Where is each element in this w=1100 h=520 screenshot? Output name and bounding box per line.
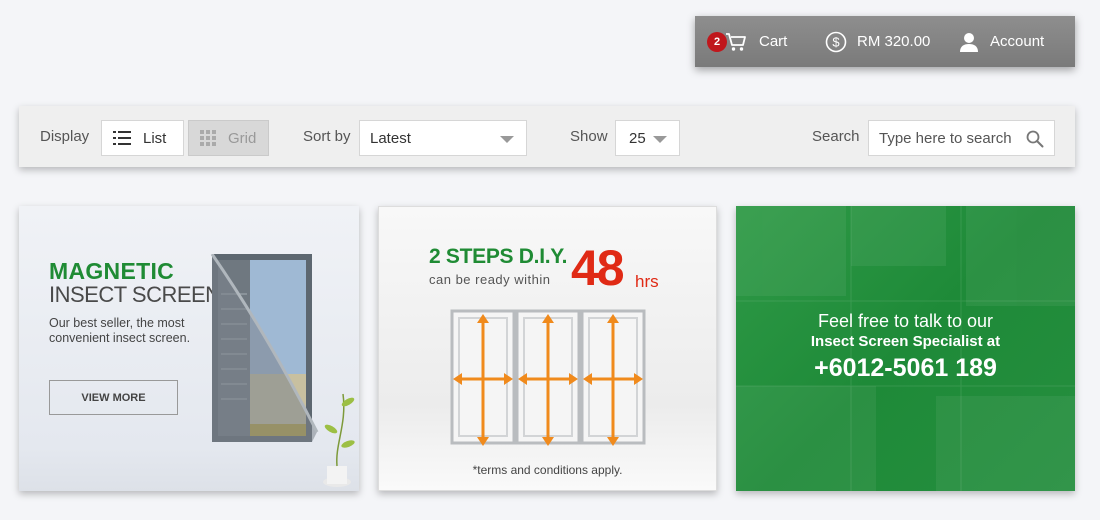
list-view-button[interactable]: List: [101, 120, 184, 156]
contact-line-1: Feel free to talk to our: [817, 311, 994, 331]
listing-toolbar: Display List Grid Sort by Latest Show 25…: [19, 106, 1075, 167]
grid-icon: [200, 130, 216, 146]
show-count-select[interactable]: 25: [615, 120, 680, 156]
chevron-down-icon: [653, 136, 667, 143]
top-bar: 2 Cart $ RM 320.00 Account: [695, 16, 1075, 67]
cart-count-badge: 2: [707, 31, 727, 52]
window-screen-illustration: [210, 254, 355, 487]
view-more-button[interactable]: VIEW MORE: [49, 380, 178, 415]
cart-link[interactable]: 2 Cart: [707, 16, 787, 67]
banner-contact-specialist[interactable]: Feel free to talk to our Insect Screen S…: [736, 206, 1075, 491]
banner-title: MAGNETIC: [49, 258, 175, 284]
list-view-label: List: [143, 129, 167, 147]
user-icon: [960, 32, 978, 52]
cart-label: Cart: [759, 33, 788, 50]
banner-hours-number: 48: [571, 240, 625, 296]
banner-description: Our best seller, the most convenient ins…: [49, 316, 191, 345]
search-box: [868, 120, 1055, 156]
grid-view-label: Grid: [228, 129, 257, 147]
cart-icon: [726, 32, 746, 51]
contact-line-2: Insect Screen Specialist at: [810, 333, 1001, 350]
window-frames-illustration: [450, 309, 646, 446]
banner-hours-unit: hrs: [635, 272, 659, 291]
display-label: Display: [40, 128, 90, 145]
banner-subtitle: can be ready within: [429, 272, 551, 287]
cart-total[interactable]: $ RM 320.00: [825, 16, 930, 67]
svg-text:$: $: [832, 34, 840, 49]
dollar-coin-icon: $: [825, 31, 847, 52]
sort-label: Sort by: [303, 128, 351, 145]
account-label: Account: [990, 33, 1045, 50]
account-link[interactable]: Account: [960, 16, 1044, 67]
search-input[interactable]: [879, 129, 1029, 147]
chevron-down-icon: [500, 136, 514, 143]
banner-diy-steps[interactable]: 2 STEPS D.I.Y. can be ready within 48 hr…: [378, 206, 717, 491]
terms-note: *terms and conditions apply.: [472, 463, 623, 477]
banner-magnetic-screen[interactable]: MAGNETIC INSECT SCREEN Our best seller, …: [19, 206, 359, 491]
sort-selected-value: Latest: [370, 129, 411, 147]
cart-total-amount: RM 320.00: [857, 33, 931, 50]
grid-view-button[interactable]: Grid: [188, 120, 269, 156]
show-selected-value: 25: [629, 129, 646, 147]
sort-select[interactable]: Latest: [359, 120, 527, 156]
search-icon[interactable]: [1026, 130, 1044, 148]
contact-phone[interactable]: +6012-5061 189: [736, 354, 1075, 383]
banner-subtitle: INSECT SCREEN: [49, 282, 221, 307]
banner-title: 2 STEPS D.I.Y.: [429, 245, 568, 268]
search-label: Search: [812, 128, 860, 145]
show-label: Show: [570, 128, 608, 145]
list-icon: [113, 131, 131, 145]
